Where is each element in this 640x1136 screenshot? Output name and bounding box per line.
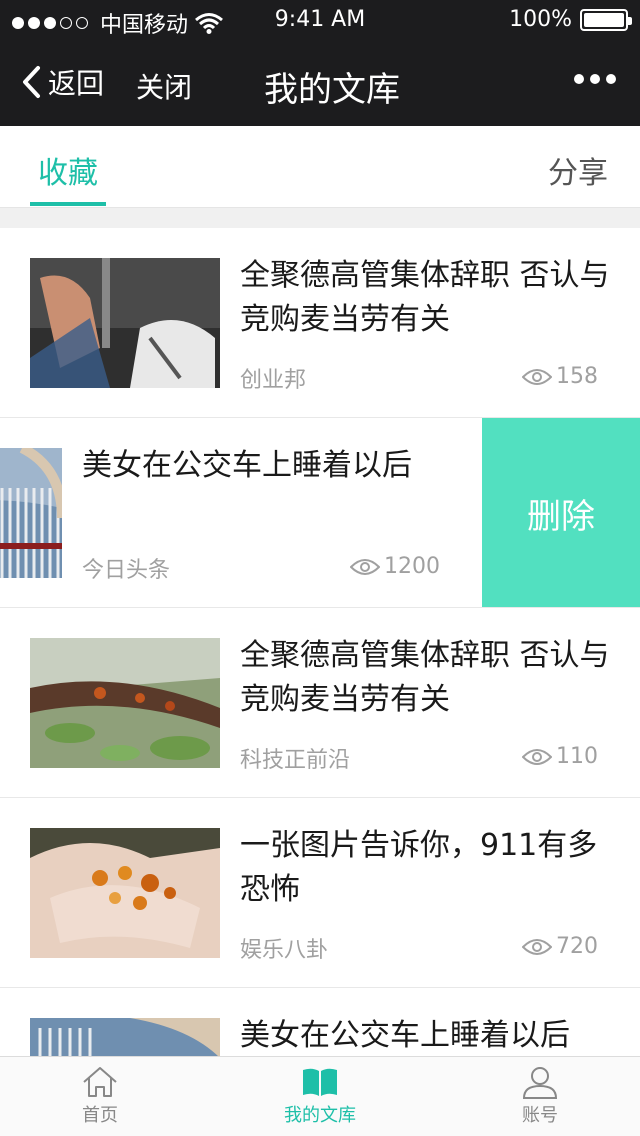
article-source: 今日头条 [82,558,171,583]
book-icon [303,1068,337,1096]
eye-icon [522,938,552,955]
home-icon [83,1067,117,1097]
view-count-value: 1200 [384,554,440,579]
list-item[interactable]: 一张图片告诉你，911有多恐怖 娱乐八卦 720 [0,798,640,988]
article-title: 全聚德高管集体辞职 否认与竞购麦当劳有关 [240,638,610,717]
tabbar-label-home: 首页 [82,1105,118,1126]
list-item-swiped[interactable]: 美女在公交车上睡着以后 今日头条 1200 删除 [0,418,640,608]
tabbar-label-library: 我的文库 [284,1105,356,1126]
list-item[interactable]: 全聚德高管集体辞职 否认与竞购麦当劳有关 科技正前沿 110 [0,608,640,798]
more-dot-icon [606,74,616,84]
article-source: 创业邦 [240,368,307,393]
bottom-tab-bar: 首页 我的文库 账号 [0,1056,640,1136]
article-source: 科技正前沿 [240,748,351,773]
view-count: 720 [522,934,598,959]
tab-favorites[interactable]: 收藏 [38,148,98,192]
navigation-bar: 返回 关闭 我的文库 [0,40,640,126]
article-source: 娱乐八卦 [240,938,329,963]
article-list: 全聚德高管集体辞职 否认与竞购麦当劳有关 创业邦 158 美女在公交车上睡着以后… [0,228,640,1136]
active-tab-indicator [30,202,106,206]
eye-icon [350,558,380,575]
article-thumbnail [0,448,62,578]
tabbar-label-account: 账号 [522,1105,558,1126]
article-title: 美女在公交车上睡着以后 [82,448,412,483]
view-count-value: 110 [556,744,598,769]
eye-icon [522,748,552,765]
delete-button[interactable]: 删除 [482,418,640,607]
view-count-value: 720 [556,934,598,959]
battery-percent: 100% [509,7,572,32]
page-title: 我的文库 [264,70,400,110]
eye-icon [522,368,552,385]
list-item[interactable]: 全聚德高管集体辞职 否认与竞购麦当劳有关 创业邦 158 [0,228,640,418]
view-count: 158 [522,364,598,389]
more-dot-icon [590,74,600,84]
more-dot-icon [574,74,584,84]
view-count: 1200 [350,554,440,579]
status-right: 100% [509,7,632,32]
tabbar-item-library[interactable]: 我的文库 [260,1065,380,1127]
tab-share[interactable]: 分享 [548,148,608,192]
article-title: 美女在公交车上睡着以后 [240,1018,570,1053]
swiped-row-content: 美女在公交车上睡着以后 今日头条 1200 [0,418,482,607]
article-thumbnail [30,828,220,958]
view-count: 110 [522,744,598,769]
view-count-value: 158 [556,364,598,389]
section-divider [0,208,640,228]
article-thumbnail [30,638,220,768]
tabbar-item-account[interactable]: 账号 [480,1065,600,1127]
segment-tabs: 收藏 分享 [0,126,640,208]
article-thumbnail [30,258,220,388]
tabbar-item-home[interactable]: 首页 [40,1065,160,1127]
article-title: 一张图片告诉你，911有多恐怖 [240,828,598,907]
battery-fill [584,12,624,27]
article-title: 全聚德高管集体辞职 否认与竞购麦当劳有关 [240,258,610,337]
user-icon [522,1067,558,1099]
status-bar: 中国移动 9:41 AM 100% [0,0,640,40]
battery-icon [580,8,632,31]
more-options-button[interactable] [574,74,616,84]
